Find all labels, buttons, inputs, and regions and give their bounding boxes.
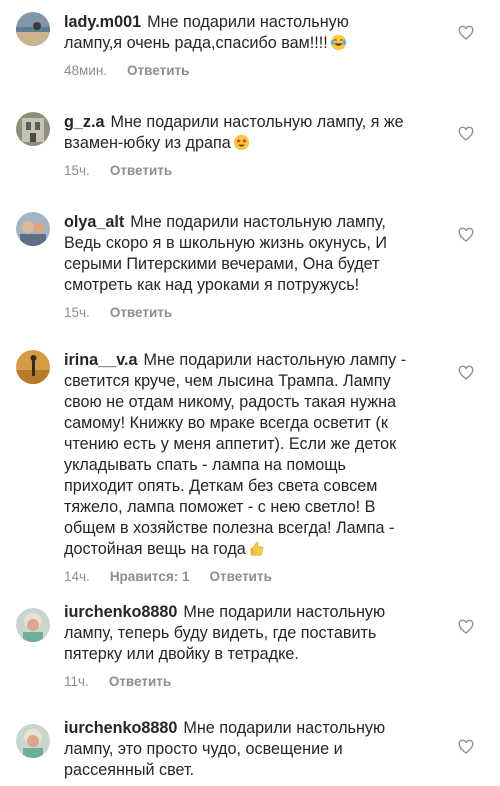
thumbs-up-emoji-icon [250,542,263,556]
comment-text: iurchenko8880 Мне подарили настольную лам… [64,719,386,779]
avatar[interactable] [16,724,50,758]
comment-meta: 14ч. Нравится: 1 Ответить [64,568,450,586]
comment-text: lady.m001 Мне подарили настольную лампу,я… [64,13,349,52]
comment-meta: 15ч. Ответить [64,304,450,322]
star-struck-emoji-icon [233,134,249,151]
reply-button[interactable]: Ответить [127,63,189,78]
comment-time: 14ч. [64,569,90,584]
comment-time: 15ч. [64,163,90,178]
reply-button[interactable]: Ответить [109,674,171,689]
avatar-image-icon [16,608,50,642]
like-heart-icon[interactable] [458,739,474,755]
comment-text: olya_alt Мне подарили настольную лампу, В… [64,213,388,294]
avatar-image-icon [16,112,50,146]
comment-meta: 15ч. Ответить [64,162,450,180]
likes-count[interactable]: Нравится: 1 [110,569,190,584]
reply-button[interactable]: Ответить [110,163,172,178]
like-heart-icon[interactable] [458,126,474,142]
avatar[interactable] [16,12,50,46]
comment-username[interactable]: g_z.a [64,113,105,131]
laughing-tears-emoji-icon [330,34,346,51]
comment-meta: 11ч. Ответить [64,673,450,691]
comment-text: iurchenko8880 Мне подарили настольную лам… [64,603,386,663]
avatar[interactable] [16,350,50,384]
like-heart-icon[interactable] [458,227,474,243]
comment-time: 48мин. [64,63,108,78]
avatar-image-icon [16,724,50,758]
avatar-image-icon [16,212,50,246]
like-heart-icon[interactable] [458,25,474,41]
avatar[interactable] [16,112,50,146]
avatar[interactable] [16,608,50,642]
avatar-image-icon [16,350,50,384]
comment-username[interactable]: iurchenko8880 [64,603,177,621]
reply-button[interactable]: Ответить [210,569,272,584]
comment-time: 15ч. [64,305,90,320]
comment-username[interactable]: lady.m001 [64,13,141,31]
avatar-image-icon [16,12,50,46]
comment-username[interactable]: olya_alt [64,213,124,231]
comment-time: 11ч. [64,674,89,689]
comment-username[interactable]: irina__v.a [64,351,138,369]
like-heart-icon[interactable] [458,365,474,381]
like-heart-icon[interactable] [458,619,474,635]
comment-text: irina__v.a Мне подарили настольную лампу … [64,351,407,558]
comment-text: g_z.a Мне подарили настольную лампу, я же… [64,113,404,152]
comment-meta: 48мин. Ответить [64,62,450,80]
comment-username[interactable]: iurchenko8880 [64,719,177,737]
avatar[interactable] [16,212,50,246]
reply-button[interactable]: Ответить [110,305,172,320]
